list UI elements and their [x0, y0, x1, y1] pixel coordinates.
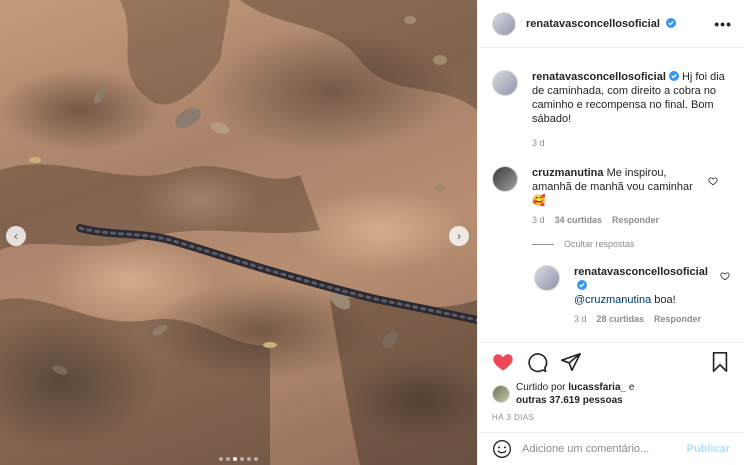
reply-meta: 3 d 28 curtidas Responder: [574, 314, 714, 324]
carousel-dot: [233, 457, 237, 461]
carousel-dot: [254, 457, 258, 461]
comment-avatar[interactable]: [492, 166, 518, 192]
verified-badge-icon: [668, 71, 679, 81]
caption-text-block: renatavasconcellosoficial Hj foi dia de …: [532, 70, 730, 126]
photo-scene: [0, 0, 477, 465]
reply-mention[interactable]: @cruzmanutina: [574, 294, 651, 306]
reply-time[interactable]: 3 d: [574, 314, 587, 324]
comment-meta: 3 d 34 curtidas Responder: [532, 215, 707, 225]
reply-username[interactable]: renatavasconcellosoficial: [574, 266, 708, 278]
reply-text-block: renatavasconcellosoficial @cruzmanutina …: [574, 265, 714, 307]
speech-bubble-icon[interactable]: [526, 351, 548, 373]
carousel-dot: [226, 457, 230, 461]
likes-prefix: Curtido por: [516, 382, 566, 393]
smiley-icon[interactable]: [492, 439, 512, 459]
hide-replies-label: Ocultar respostas: [564, 239, 635, 249]
bookmark-icon[interactable]: [710, 351, 730, 373]
comment-likes[interactable]: 34 curtidas: [555, 215, 603, 225]
likes-conj: e: [628, 382, 635, 393]
liker-avatar[interactable]: [492, 385, 510, 403]
likes-user[interactable]: lucassfaria_: [568, 382, 626, 393]
heart-filled-icon[interactable]: [492, 351, 514, 373]
caption-meta: 3 d: [532, 138, 730, 148]
reply-avatar[interactable]: [534, 265, 560, 291]
comment-username[interactable]: cruzmanutina: [532, 167, 604, 179]
post-header: renatavasconcellosoficial •••: [478, 0, 744, 48]
more-options-button[interactable]: •••: [714, 16, 732, 32]
comment-input[interactable]: [522, 443, 687, 455]
action-icons-bar: [492, 351, 730, 373]
carousel-dot: [240, 457, 244, 461]
post-details-panel: renatavasconcellosoficial ••• renatavasc…: [477, 0, 744, 465]
post-photo[interactable]: ‹ ›: [0, 0, 477, 465]
comment-like-icon[interactable]: [708, 176, 718, 186]
reply-likes[interactable]: 28 curtidas: [597, 314, 645, 324]
reply-text: boa!: [651, 294, 676, 306]
reply-body: renatavasconcellosoficial @cruzmanutina …: [574, 265, 714, 324]
comment-text-block: cruzmanutina Me inspirou, amanhã de manh…: [532, 166, 707, 208]
comment-item: cruzmanutina Me inspirou, amanhã de manh…: [492, 166, 730, 225]
comment-time[interactable]: 3 d: [532, 215, 545, 225]
likes-others[interactable]: outras 37.619 pessoas: [516, 395, 623, 406]
carousel-next-button[interactable]: ›: [449, 226, 469, 246]
likes-text: Curtido por lucassfaria_ e outras 37.619…: [516, 381, 634, 407]
verified-badge-icon: [577, 280, 587, 290]
caption-body: renatavasconcellosoficial Hj foi dia de …: [532, 70, 730, 148]
hide-replies-line: [532, 243, 554, 245]
reply-reply-button[interactable]: Responder: [654, 314, 701, 324]
author-avatar[interactable]: [492, 11, 516, 36]
comment-reply-button[interactable]: Responder: [612, 215, 659, 225]
hide-replies-toggle[interactable]: Ocultar respostas: [532, 239, 730, 249]
carousel-dot: [219, 457, 223, 461]
reply-like-icon[interactable]: [720, 271, 730, 281]
add-comment-bar: Publicar: [478, 432, 744, 465]
publish-button[interactable]: Publicar: [687, 443, 730, 455]
carousel-prev-button[interactable]: ‹: [6, 226, 26, 246]
likes-summary: Curtido por lucassfaria_ e outras 37.619…: [492, 381, 730, 407]
comments-list[interactable]: renatavasconcellosoficial Hj foi dia de …: [478, 48, 744, 342]
post-actions: Curtido por lucassfaria_ e outras 37.619…: [478, 342, 744, 422]
carousel-indicator: [0, 457, 477, 461]
caption-username[interactable]: renatavasconcellosoficial: [532, 71, 666, 83]
reply-item: renatavasconcellosoficial @cruzmanutina …: [534, 265, 730, 324]
post-timestamp[interactable]: HÁ 3 DIAS: [492, 413, 730, 422]
caption-row: renatavasconcellosoficial Hj foi dia de …: [492, 70, 730, 148]
comment-body: cruzmanutina Me inspirou, amanhã de manh…: [532, 166, 707, 225]
caption-time[interactable]: 3 d: [532, 138, 545, 148]
author-username[interactable]: renatavasconcellosoficial: [526, 18, 660, 30]
author-username-wrap: renatavasconcellosoficial: [526, 17, 676, 30]
carousel-dot: [247, 457, 251, 461]
paper-plane-icon[interactable]: [560, 351, 582, 373]
verified-badge-icon: [665, 17, 676, 28]
caption-avatar[interactable]: [492, 70, 518, 96]
